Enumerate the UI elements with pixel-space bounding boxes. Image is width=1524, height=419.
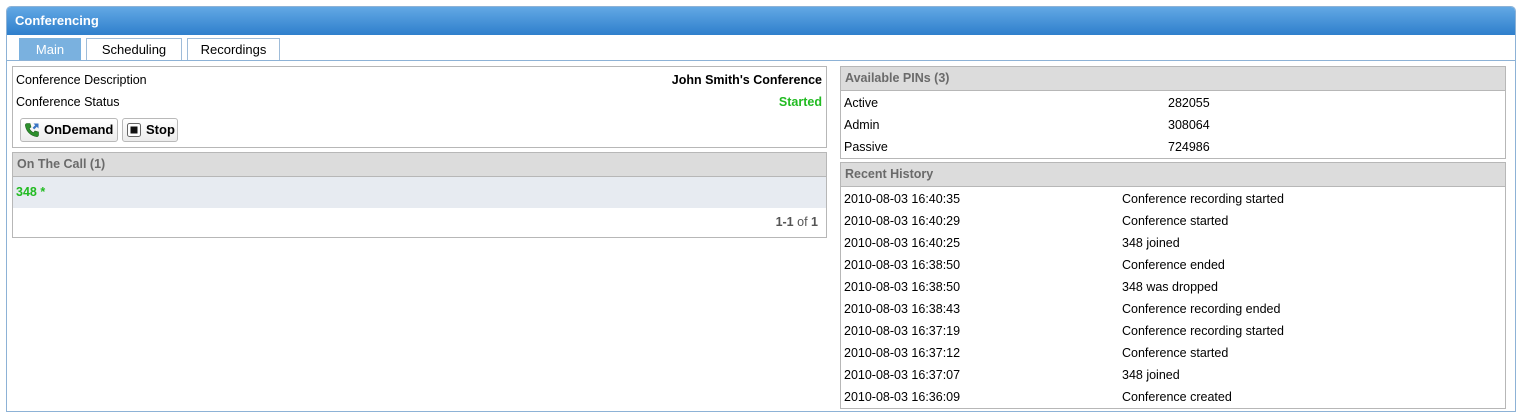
pin-row-admin: Admin 308064 [841, 114, 1505, 136]
pin-value: 282055 [1168, 96, 1210, 110]
status-value: Started [778, 95, 822, 109]
history-time: 2010-08-03 16:38:43 [844, 302, 961, 316]
tab-recordings[interactable]: Recordings [187, 38, 280, 60]
conference-info-panel: Conference Description John Smith's Conf… [12, 66, 827, 148]
conferencing-window: Conferencing Main Scheduling Recordings … [6, 6, 1516, 412]
stop-icon [126, 122, 142, 138]
phone-icon [24, 122, 40, 138]
window-title: Conferencing [7, 7, 1515, 35]
history-time: 2010-08-03 16:40:35 [844, 192, 961, 206]
history-row: 2010-08-03 16:38:43 Conference recording… [841, 298, 1505, 320]
history-row: 2010-08-03 16:40:25 348 joined [841, 232, 1505, 254]
history-time: 2010-08-03 16:37:12 [844, 346, 961, 360]
history-event: Conference started [1122, 214, 1229, 228]
history-time: 2010-08-03 16:37:19 [844, 324, 961, 338]
status-label: Conference Status [16, 95, 120, 109]
history-row: 2010-08-03 16:40:29 Conference started [841, 210, 1505, 232]
stop-button[interactable]: Stop [122, 118, 178, 142]
pin-label: Admin [844, 118, 880, 132]
history-event: Conference ended [1122, 258, 1225, 272]
tab-scheduling[interactable]: Scheduling [86, 38, 182, 60]
ondemand-label: OnDemand [44, 122, 114, 137]
history-row: 2010-08-03 16:36:09 Conference created [841, 386, 1505, 408]
participant-row[interactable]: 348 * [13, 177, 826, 208]
history-event: Conference created [1122, 390, 1232, 404]
history-row: 2010-08-03 16:38:50 Conference ended [841, 254, 1505, 276]
pin-label: Active [844, 96, 879, 110]
history-time: 2010-08-03 16:37:07 [844, 368, 961, 382]
pin-value: 308064 [1168, 118, 1210, 132]
history-event: Conference started [1122, 346, 1229, 360]
description-label: Conference Description [16, 73, 147, 87]
participant-label: 348 * [16, 185, 46, 199]
history-row: 2010-08-03 16:37:12 Conference started [841, 342, 1505, 364]
pin-value: 724986 [1168, 140, 1210, 154]
tab-divider [7, 60, 1515, 61]
pin-row-passive: Passive 724986 [841, 136, 1505, 158]
recent-history-panel: Recent History 2010-08-03 16:40:35 Confe… [840, 162, 1506, 409]
pagination-range: 1-1 [775, 215, 794, 229]
description-row: Conference Description John Smith's Conf… [13, 69, 826, 91]
stop-label: Stop [146, 122, 175, 137]
ondemand-button[interactable]: OnDemand [20, 118, 118, 142]
pins-header: Available PINs (3) [841, 67, 1505, 91]
history-row: 2010-08-03 16:38:50 348 was dropped [841, 276, 1505, 298]
history-event: 348 joined [1122, 368, 1180, 382]
status-row: Conference Status Started [13, 91, 826, 113]
history-row: 2010-08-03 16:37:07 348 joined [841, 364, 1505, 386]
description-value: John Smith's Conference [671, 73, 822, 87]
on-call-header: On The Call (1) [13, 153, 826, 177]
history-time: 2010-08-03 16:38:50 [844, 280, 961, 294]
history-event: Conference recording started [1122, 192, 1284, 206]
history-row: 2010-08-03 16:40:35 Conference recording… [841, 188, 1505, 210]
pin-label: Passive [844, 140, 888, 154]
history-time: 2010-08-03 16:40:25 [844, 236, 961, 250]
pagination-of: of [797, 215, 808, 229]
history-event: Conference recording started [1122, 324, 1284, 338]
tab-main[interactable]: Main [19, 38, 81, 60]
history-header: Recent History [841, 163, 1505, 187]
history-event: 348 joined [1122, 236, 1180, 250]
on-call-panel: On The Call (1) 348 * 1-1 of 1 [12, 152, 827, 238]
history-row: 2010-08-03 16:37:19 Conference recording… [841, 320, 1505, 342]
history-time: 2010-08-03 16:38:50 [844, 258, 961, 272]
pin-row-active: Active 282055 [841, 92, 1505, 114]
pagination-total: 1 [811, 215, 818, 229]
history-time: 2010-08-03 16:36:09 [844, 390, 961, 404]
available-pins-panel: Available PINs (3) Active 282055 Admin 3… [840, 66, 1506, 159]
history-time: 2010-08-03 16:40:29 [844, 214, 961, 228]
history-event: Conference recording ended [1122, 302, 1281, 316]
history-event: 348 was dropped [1122, 280, 1218, 294]
pagination: 1-1 of 1 [776, 215, 818, 229]
